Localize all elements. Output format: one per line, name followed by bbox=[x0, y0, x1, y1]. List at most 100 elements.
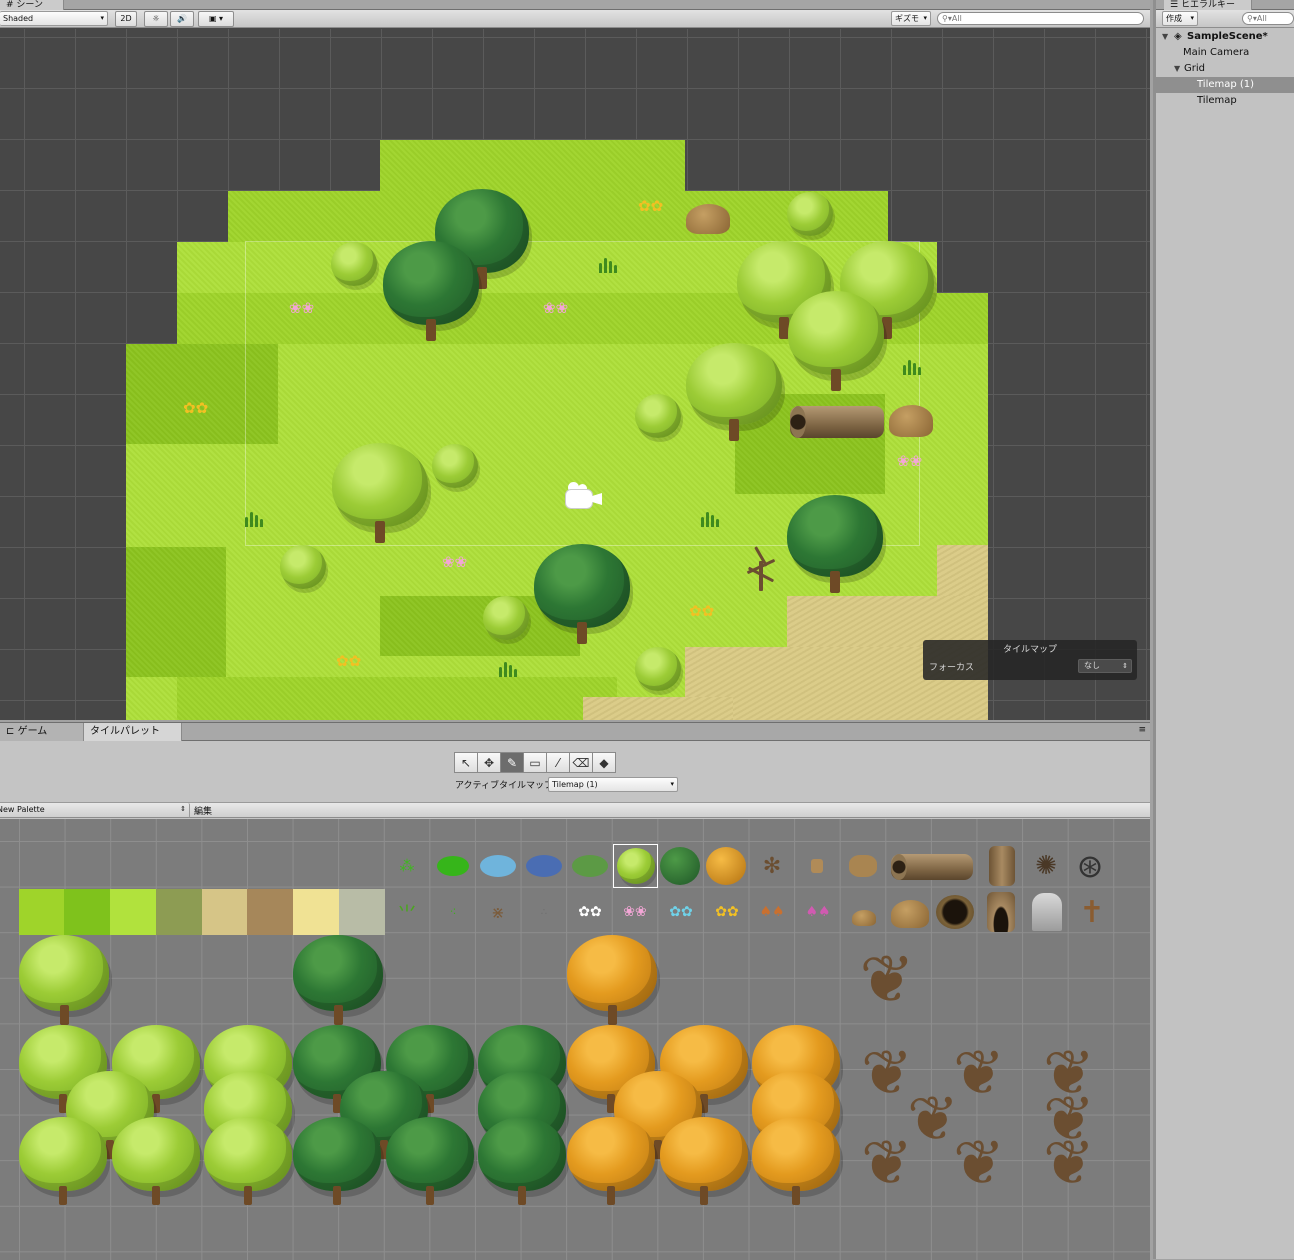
expand-triangle-icon[interactable]: ▼ bbox=[1162, 29, 1168, 45]
blue-flower-tile[interactable]: ✿✿ bbox=[661, 892, 701, 932]
effects-toggle-button[interactable]: ▣ ▾ bbox=[198, 11, 234, 27]
brush-icon[interactable]: ✎ bbox=[500, 752, 524, 773]
2d-toggle-button[interactable]: 2D bbox=[115, 11, 137, 27]
selected-bush-tile[interactable] bbox=[613, 844, 658, 888]
hierarchy-item-main-camera[interactable]: Main Camera bbox=[1156, 45, 1294, 61]
hierarchy-window: ☰ ヒエラルキー 作成 ▾ ⚲▾All ▼ ◈ SampleScene* Main… bbox=[1153, 0, 1294, 1259]
pebbles-tile[interactable]: ∴ bbox=[524, 892, 564, 932]
light-tree bbox=[788, 291, 884, 391]
dark-tree-tile[interactable] bbox=[293, 1117, 381, 1205]
hierarchy-scene-item[interactable]: ▼ ◈ SampleScene* bbox=[1156, 29, 1294, 45]
grass-tile[interactable] bbox=[19, 889, 65, 935]
pink-flower: ❀❀ bbox=[897, 452, 923, 470]
create-dropdown[interactable]: 作成 ▾ bbox=[1162, 11, 1198, 26]
dead-tree-tile[interactable]: ❦ bbox=[846, 1119, 928, 1205]
dark-tree-tile[interactable] bbox=[293, 935, 383, 1025]
hierarchy-item-tilemap-1[interactable]: Tilemap (1) bbox=[1156, 77, 1294, 93]
grass-tuft-tile[interactable]: ⺌ bbox=[387, 892, 427, 932]
dark-tree-tile[interactable] bbox=[478, 1117, 566, 1205]
fill-bucket-icon[interactable]: ◆ bbox=[592, 752, 616, 773]
dropdown-arrow-icon: ▾ bbox=[670, 780, 674, 788]
white-flower-tile[interactable]: ✿✿ bbox=[570, 892, 610, 932]
cut-stump-tile[interactable]: ✺ bbox=[1026, 846, 1066, 886]
twigs-tile[interactable]: ⋇ bbox=[478, 892, 518, 932]
hierarchy-item-tilemap[interactable]: Tilemap bbox=[1156, 93, 1294, 109]
bush bbox=[787, 192, 833, 236]
picker-icon[interactable]: ⁄ bbox=[546, 752, 570, 773]
move-icon[interactable]: ✥ bbox=[477, 752, 501, 773]
small-rock-tile[interactable] bbox=[844, 892, 884, 932]
sand-tile[interactable] bbox=[202, 889, 248, 935]
select-arrow-icon[interactable]: ↖ bbox=[454, 752, 478, 773]
yellow-flower-tile[interactable]: ✿✿ bbox=[707, 892, 747, 932]
gravestone-tile[interactable] bbox=[1027, 892, 1067, 932]
audio-toggle-button[interactable]: 🔊 bbox=[170, 11, 194, 27]
hole-tile[interactable] bbox=[935, 892, 975, 932]
palette-dropdown[interactable]: New Palette ⇕ bbox=[0, 803, 190, 818]
shading-mode-dropdown[interactable]: Shaded ▾ bbox=[0, 11, 108, 26]
orange-bush-tile[interactable] bbox=[706, 846, 746, 886]
light-tree-tile[interactable] bbox=[204, 1117, 292, 1205]
active-tilemap-dropdown[interactable]: Tilemap (1) ▾ bbox=[548, 777, 678, 792]
dead-tree-tile[interactable]: ❦ bbox=[1028, 1119, 1110, 1205]
scene-tab-icon: # bbox=[6, 0, 14, 10]
window-menu-icon[interactable]: ≡ bbox=[1138, 725, 1146, 735]
tab-game[interactable]: ⊏ ゲーム bbox=[0, 723, 84, 741]
wooden-cross-tile[interactable]: ✝ bbox=[1072, 892, 1112, 932]
dirt-tile[interactable] bbox=[247, 889, 293, 935]
gizmos-dropdown[interactable]: ギズモ ▾ bbox=[891, 11, 931, 26]
grass-tuft bbox=[698, 511, 720, 527]
dark-tree-tile[interactable] bbox=[386, 1117, 474, 1205]
edit-palette-button[interactable]: 編集 bbox=[194, 804, 212, 817]
orange-tree-tile[interactable] bbox=[660, 1117, 748, 1205]
hierarchy-item-grid[interactable]: ▼ Grid bbox=[1156, 61, 1294, 77]
pink-flower-tile[interactable]: ❀❀ bbox=[615, 892, 655, 932]
lighting-toggle-button[interactable]: ☼ bbox=[144, 11, 168, 27]
tile-tools-toolbar: ↖ ✥ ✎ ▭ ⁄ ⌫ ◆ bbox=[454, 752, 616, 773]
expand-triangle-icon[interactable]: ▼ bbox=[1174, 61, 1180, 77]
pink-mushroom-tile[interactable]: ♠♠ bbox=[798, 892, 838, 932]
camera-gizmo-icon[interactable] bbox=[562, 482, 604, 510]
moss-tile[interactable] bbox=[156, 889, 202, 935]
light-tree-tile[interactable] bbox=[19, 1117, 107, 1205]
scene-viewport[interactable]: ✿✿ ✿✿ ✿✿ ✿✿ ❀❀ ❀❀ ❀❀ ❀❀ bbox=[0, 29, 1150, 720]
water-blue-tile[interactable] bbox=[478, 846, 518, 886]
water-dark-tile[interactable] bbox=[524, 846, 564, 886]
orange-tree-tile[interactable] bbox=[752, 1117, 840, 1205]
mushroom-tile[interactable]: ♠♠ bbox=[752, 892, 792, 932]
log-tile[interactable] bbox=[889, 846, 975, 886]
dead-tree-tile[interactable]: ❦ bbox=[938, 1119, 1020, 1205]
gravel-tile[interactable] bbox=[339, 889, 385, 935]
tilemap-overlay-title: タイルマップ bbox=[1002, 645, 1057, 655]
focus-mode-dropdown[interactable]: なし ⇕ bbox=[1078, 659, 1132, 673]
pentagram-tile[interactable]: ⊛ bbox=[1070, 846, 1110, 886]
tab-tile-palette[interactable]: タイルパレット bbox=[84, 723, 182, 741]
lilypad-tile[interactable] bbox=[433, 846, 473, 886]
palette-grid[interactable]: ⁂ ✻ ✺ ⊛ ⺌ ⁖ ⋇ ∴ ✿✿ ❀❀ ✿✿ ✿✿ ♠♠ ♠♠ ✝ ❦ ❦ … bbox=[0, 819, 1150, 1260]
scene-search-input[interactable]: ⚲▾All bbox=[937, 12, 1144, 25]
tab-scene[interactable]: # シーン bbox=[0, 0, 64, 10]
orange-tree-tile[interactable] bbox=[567, 935, 657, 1025]
eraser-icon[interactable]: ⌫ bbox=[569, 752, 593, 773]
upright-log-tile[interactable] bbox=[982, 846, 1022, 886]
clover-tile[interactable]: ⁂ bbox=[387, 846, 427, 886]
hollow-log-tile[interactable] bbox=[981, 892, 1021, 932]
bush bbox=[635, 394, 681, 438]
stump-tile[interactable] bbox=[843, 846, 883, 886]
rock-tile[interactable] bbox=[889, 892, 929, 932]
sprout-tile[interactable]: ⁖ bbox=[433, 892, 473, 932]
hierarchy-search-input[interactable]: ⚲▾All bbox=[1242, 12, 1294, 25]
light-tree-tile[interactable] bbox=[19, 935, 109, 1025]
small-stump-tile[interactable] bbox=[797, 846, 837, 886]
tab-hierarchy[interactable]: ☰ ヒエラルキー bbox=[1164, 0, 1252, 10]
light-sand-tile[interactable] bbox=[293, 889, 339, 935]
dead-bush-tile[interactable]: ✻ bbox=[752, 846, 792, 886]
dead-tree-tile[interactable]: ❦ bbox=[846, 937, 928, 1023]
box-fill-icon[interactable]: ▭ bbox=[523, 752, 547, 773]
green-puddle-tile[interactable] bbox=[570, 846, 610, 886]
grass-tile[interactable] bbox=[64, 889, 110, 935]
orange-tree-tile[interactable] bbox=[567, 1117, 655, 1205]
light-tree-tile[interactable] bbox=[112, 1117, 200, 1205]
dark-bush-tile[interactable] bbox=[660, 846, 700, 886]
grass-tile[interactable] bbox=[110, 889, 156, 935]
